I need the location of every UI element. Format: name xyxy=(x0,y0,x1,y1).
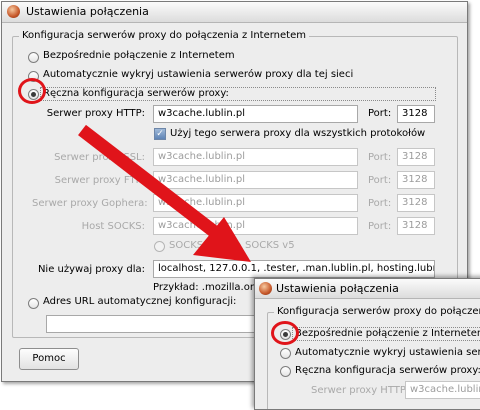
zoomed-app-icon xyxy=(259,282,272,295)
zoomed-manual-label[interactable]: Ręczna konfiguracja serwerów proxy: xyxy=(295,365,480,376)
highlight-circle-manual xyxy=(18,78,46,104)
zoomed-autodetect-label[interactable]: Automatycznie wykryj ustawienia serwerów xyxy=(295,347,480,358)
zoomed-window-title: Ustawienia połączenia xyxy=(276,282,399,295)
zoomed-dialog: Ustawienia połączenia Konfiguracja serwe… xyxy=(254,278,480,410)
zoomed-highlight-circle xyxy=(271,321,299,345)
arrow-shaft xyxy=(78,124,229,246)
zoomed-direct-label[interactable]: Bezpośrednie połączenie z Internetem xyxy=(295,328,480,339)
zoomed-radio-autodetect[interactable] xyxy=(280,348,291,359)
zoomed-title-bar[interactable]: Ustawienia połączenia xyxy=(255,279,480,299)
zoomed-http-input[interactable]: w3cache.lublin.pl xyxy=(405,381,480,399)
zoomed-http-label: Serwer proxy HTTP: xyxy=(311,385,410,396)
zoomed-group-legend: Konfiguracja serwerów proxy do połączeni… xyxy=(274,306,480,317)
zoomed-radio-manual[interactable] xyxy=(280,366,291,377)
